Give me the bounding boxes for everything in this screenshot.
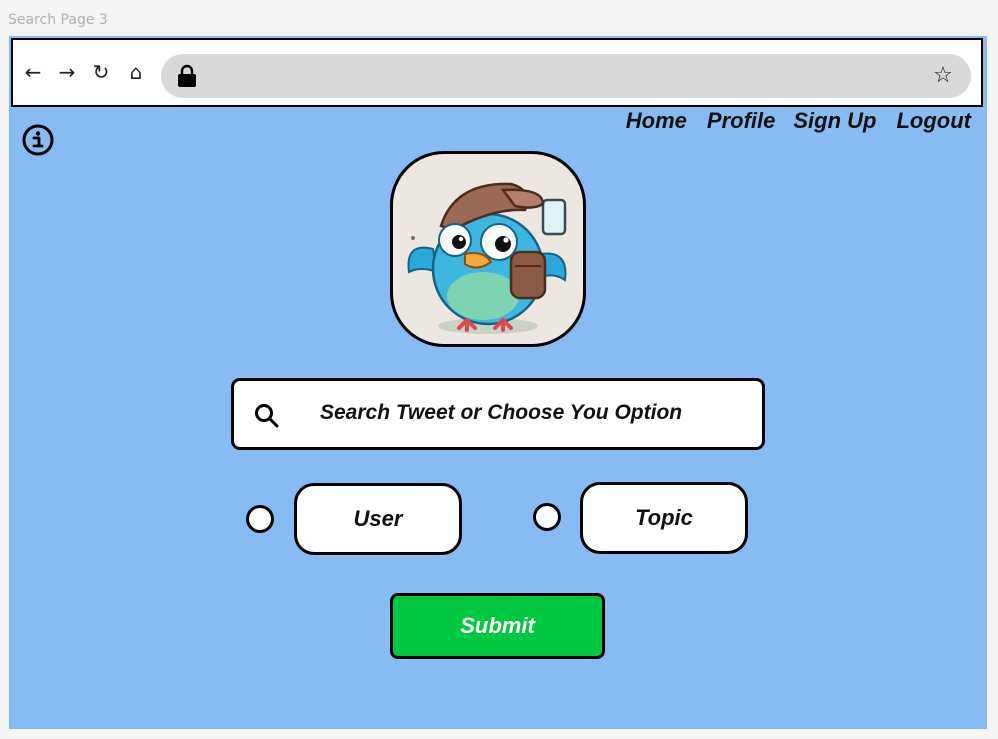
page-frame: ← → ↻ ⌂ ☆ Home Profile Sign Up Logout Se… xyxy=(9,36,987,729)
home-icon[interactable]: ⌂ xyxy=(126,62,146,82)
address-bar[interactable]: ☆ xyxy=(161,54,971,98)
nav-signup-link[interactable]: Sign Up xyxy=(793,108,876,134)
forward-arrow-icon[interactable]: → xyxy=(57,62,77,82)
back-arrow-icon[interactable]: ← xyxy=(23,62,43,82)
info-icon[interactable] xyxy=(21,123,55,157)
nav-home-link[interactable]: Home xyxy=(626,108,687,134)
reload-icon[interactable]: ↻ xyxy=(91,62,111,82)
frame-label: Search Page 3 xyxy=(8,12,108,28)
nav-profile-link[interactable]: Profile xyxy=(707,108,775,134)
nav-logout-link[interactable]: Logout xyxy=(896,108,971,134)
top-navigation: Home Profile Sign Up Logout xyxy=(606,108,971,134)
submit-button[interactable]: Submit xyxy=(390,593,605,659)
option-topic-button[interactable]: Topic xyxy=(580,482,748,554)
bird-mascot-image xyxy=(407,182,567,334)
browser-toolbar: ← → ↻ ⌂ ☆ xyxy=(11,38,983,107)
radio-user[interactable] xyxy=(246,505,274,533)
lock-icon xyxy=(178,64,196,87)
bookmark-star-icon[interactable]: ☆ xyxy=(931,64,955,88)
radio-topic[interactable] xyxy=(533,503,561,531)
option-user-button[interactable]: User xyxy=(294,483,462,555)
search-icon xyxy=(255,404,279,428)
search-prompt-text: Search Tweet or Choose You Option xyxy=(320,401,683,424)
search-box[interactable]: Search Tweet or Choose You Option xyxy=(231,378,765,450)
bird-logo xyxy=(390,151,586,347)
